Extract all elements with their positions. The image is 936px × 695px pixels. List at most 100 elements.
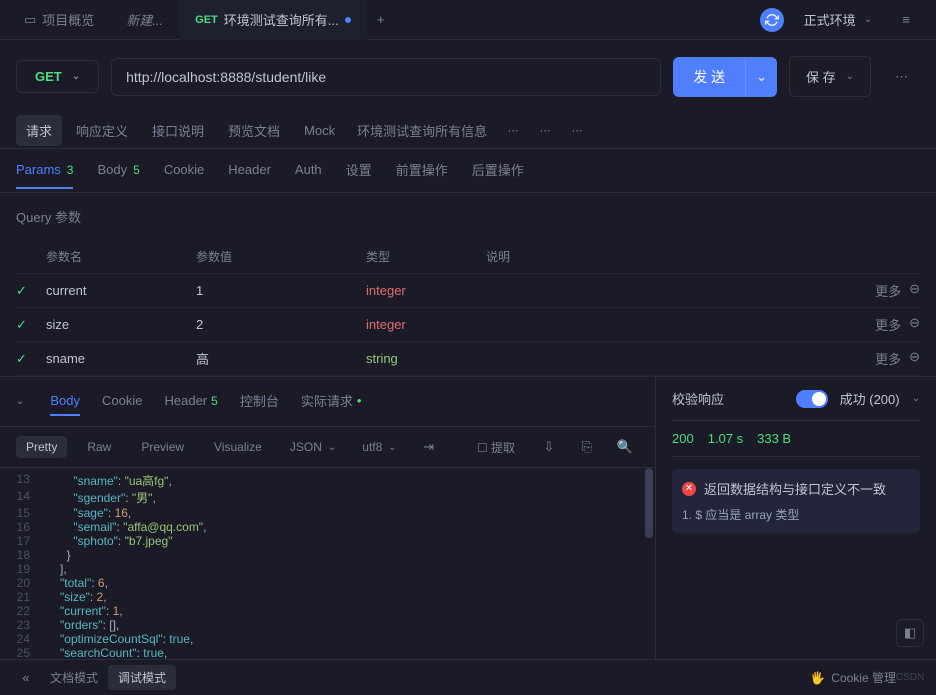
collapse-sidebar-button[interactable]: « [12,664,40,692]
format-select[interactable]: JSON⌄ [282,436,344,458]
env-select[interactable]: 正式环境 ⌄ [794,6,882,33]
param-tab-cookie[interactable]: Cookie [164,152,204,189]
tab-overview-label: 项目概览 [42,10,94,29]
error-icon: ✕ [682,482,696,496]
cookie-manager-button[interactable]: 🖐 Cookie 管理 [810,669,896,686]
scrollbar[interactable] [645,468,653,538]
check-icon[interactable]: ✓ [16,283,46,299]
validate-toggle[interactable] [796,390,828,408]
status-row: 200 1.07 s 333 B [672,420,920,457]
param-tab-params[interactable]: Params3 [16,152,73,189]
param-value[interactable]: 高 [196,349,366,368]
error-detail: 1. $ 应当是 array 类型 [682,506,910,523]
sync-button[interactable] [760,8,784,32]
check-icon[interactable]: ✓ [16,317,46,333]
col-desc: 说明 [486,248,860,265]
chevron-down-icon[interactable]: ⌄ [912,393,920,404]
param-tab-auth[interactable]: Auth [295,152,322,189]
more-button[interactable]: ⋯ [883,59,920,95]
resp-tab-实际请求[interactable]: 实际请求• [301,385,362,418]
search-button[interactable]: 🔍 [611,433,639,461]
status-code: 200 [672,431,694,446]
code-icon[interactable]: ⋯ [531,117,559,145]
param-row[interactable]: ✓sname高string 更多 ⊖ [16,342,920,376]
breadcrumb: 环境测试查询所有信息 [349,121,495,140]
unsaved-dot-icon [345,17,351,23]
param-name[interactable]: current [46,283,196,298]
copy-button[interactable]: ⎘ [573,433,601,461]
add-tab-button[interactable]: + [367,6,395,34]
param-row[interactable]: ✓current1integer 更多 ⊖ [16,274,920,308]
query-params-title: Query 参数 [0,193,936,240]
param-tab-前置操作[interactable]: 前置操作 [396,150,448,191]
code-line: 15 "sage": 16, [0,506,655,520]
validate-label: 校验响应 [672,389,724,408]
more-link[interactable]: 更多 [875,281,901,300]
overview-icon: ▭ [24,12,36,28]
param-name[interactable]: size [46,317,196,332]
send-label: 发 送 [673,57,745,97]
wrap-button[interactable]: ⇥ [415,433,443,461]
resp-tab-cookie[interactable]: Cookie [102,387,142,416]
param-tab-后置操作[interactable]: 后置操作 [472,150,524,191]
param-row[interactable]: ✓size2integer 更多 ⊖ [16,308,920,342]
refresh-icon [765,13,779,27]
link-icon[interactable]: ⋯ [499,117,527,145]
more-link[interactable]: 更多 [875,349,901,368]
code-line: 22 "current": 1, [0,604,655,618]
code-line: 13 "sname": "ua高fg", [0,472,655,489]
refresh-icon[interactable]: ⋯ [563,117,591,145]
url-input[interactable] [111,58,661,96]
more-link[interactable]: 更多 [875,315,901,334]
download-button[interactable]: ⇩ [535,433,563,461]
sub-tab-2[interactable]: 接口说明 [142,115,214,146]
watermark-icon: CSDN [896,664,924,692]
encoding-select[interactable]: utf8⌄ [354,436,404,458]
sub-tab-3[interactable]: 预览文档 [218,115,290,146]
param-type[interactable]: string [366,351,486,366]
preview-button[interactable]: Preview [131,436,194,458]
resp-tab-header[interactable]: Header5 [165,387,218,416]
float-panel-button[interactable]: ◧ [896,619,924,647]
param-type[interactable]: integer [366,283,486,298]
param-tab-body[interactable]: Body5 [97,152,139,189]
param-value[interactable]: 2 [196,317,366,332]
check-icon[interactable]: ✓ [16,351,46,367]
response-body[interactable]: 13 "sname": "ua高fg",14 "sgender": "男",15… [0,468,655,686]
chevron-down-icon[interactable]: ⌄ [745,59,777,95]
sub-tab-0[interactable]: 请求 [16,115,62,146]
pretty-button[interactable]: Pretty [16,436,67,458]
resp-tab-控制台[interactable]: 控制台 [240,385,279,418]
status-time: 1.07 s [708,431,743,446]
param-tab-header[interactable]: Header [228,152,271,189]
menu-button[interactable]: ≡ [892,6,920,34]
debug-mode-button[interactable]: 调试模式 [108,665,176,690]
param-name[interactable]: sname [46,351,196,366]
param-value[interactable]: 1 [196,283,366,298]
param-type[interactable]: integer [366,317,486,332]
remove-icon[interactable]: ⊖ [909,315,920,334]
resp-tab-body[interactable]: Body [50,387,80,416]
code-line: 18 } [0,548,655,562]
code-line: 23 "orders": [], [0,618,655,632]
param-tab-设置[interactable]: 设置 [346,150,372,191]
remove-icon[interactable]: ⊖ [909,281,920,300]
sub-tab-1[interactable]: 响应定义 [66,115,138,146]
save-button[interactable]: 保 存 ⌄ [789,56,871,97]
extract-button[interactable]: ☐ 提取 [467,435,525,460]
visualize-button[interactable]: Visualize [204,436,272,458]
method-select[interactable]: GET ⌄ [16,60,99,93]
collapse-icon[interactable]: ⌄ [16,396,24,407]
col-name: 参数名 [46,248,196,265]
raw-button[interactable]: Raw [77,436,121,458]
tab-overview[interactable]: ▭ 项目概览 [8,0,110,40]
tab-active[interactable]: GET 环境测试查询所有... [179,0,366,40]
code-line: 14 "sgender": "男", [0,489,655,506]
sub-tab-4[interactable]: Mock [294,117,345,144]
doc-mode-button[interactable]: 文档模式 [40,665,108,690]
error-title: 返回数据结构与接口定义不一致 [704,479,886,498]
send-button[interactable]: 发 送 ⌄ [673,57,777,97]
remove-icon[interactable]: ⊖ [909,349,920,368]
col-type: 类型 [366,248,486,265]
tab-new[interactable]: 新建... [110,0,179,40]
